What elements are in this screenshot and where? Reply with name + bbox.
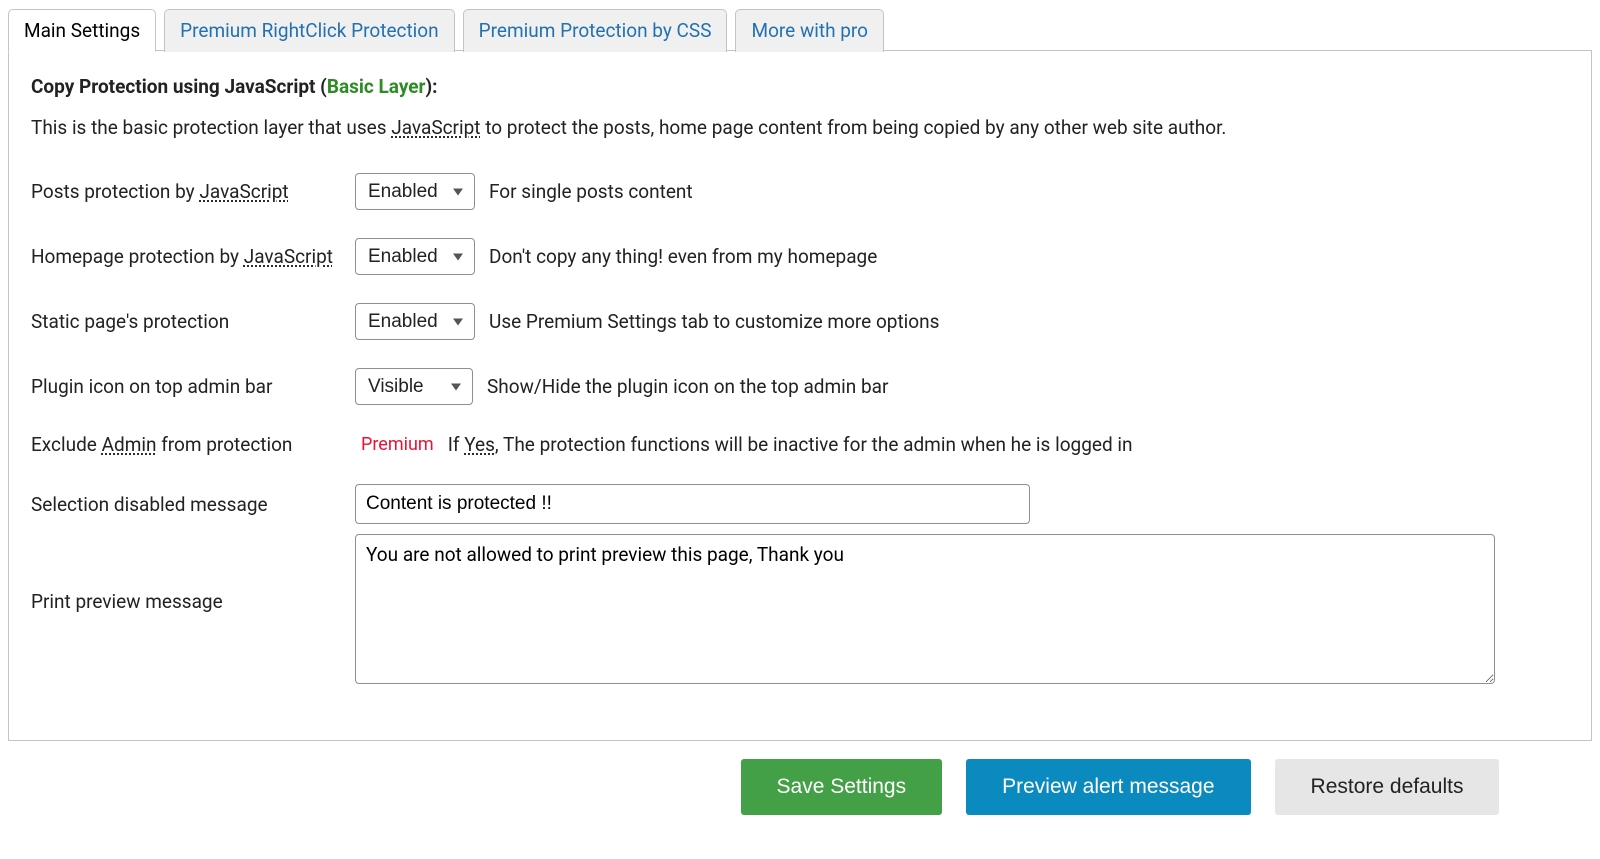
tab-premium-css[interactable]: Premium Protection by CSS (463, 9, 728, 52)
action-buttons: Save Settings Preview alert message Rest… (8, 759, 1592, 815)
row-static-protection: Static page's protection Enabled Use Pre… (31, 303, 1569, 340)
select-homepage-protection[interactable]: Enabled (355, 238, 475, 275)
select-plugin-icon[interactable]: Visible (355, 368, 473, 405)
section-desc-js: JavaScript (391, 116, 480, 139)
row-print-message: Print preview message (31, 534, 1569, 684)
tab-main-settings[interactable]: Main Settings (8, 9, 156, 52)
row-posts-protection: Posts protection by JavaScript Enabled F… (31, 173, 1569, 210)
section-desc-pre: This is the basic protection layer that … (31, 116, 391, 139)
hint-posts-protection: For single posts content (489, 180, 693, 203)
section-title-suffix: ): (426, 75, 438, 98)
tab-premium-rightclick[interactable]: Premium RightClick Protection (164, 9, 455, 52)
select-wrap-posts: Enabled (355, 173, 475, 210)
hint-plugin-icon: Show/Hide the plugin icon on the top adm… (487, 375, 888, 398)
section-desc-post: to protect the posts, home page content … (481, 116, 1227, 139)
section-description: This is the basic protection layer that … (31, 116, 1569, 139)
row-exclude-admin: Exclude Admin from protection Premium If… (31, 433, 1569, 456)
label-print-message: Print preview message (31, 534, 341, 613)
label-homepage-protection: Homepage protection by JavaScript (31, 245, 341, 268)
premium-tag: Premium (361, 434, 434, 455)
hint-homepage-protection: Don't copy any thing! even from my homep… (489, 245, 877, 268)
label-selection-message: Selection disabled message (31, 493, 341, 516)
row-homepage-protection: Homepage protection by JavaScript Enable… (31, 238, 1569, 275)
input-selection-message[interactable] (355, 484, 1030, 524)
label-posts-protection: Posts protection by JavaScript (31, 180, 341, 203)
tab-bar: Main Settings Premium RightClick Protect… (8, 8, 1592, 51)
save-settings-button[interactable]: Save Settings (741, 759, 943, 815)
settings-panel: Copy Protection using JavaScript (Basic … (8, 50, 1592, 741)
row-selection-message: Selection disabled message (31, 484, 1569, 524)
select-posts-protection[interactable]: Enabled (355, 173, 475, 210)
restore-defaults-button[interactable]: Restore defaults (1275, 759, 1500, 815)
select-static-protection[interactable]: Enabled (355, 303, 475, 340)
section-title-prefix: Copy Protection using JavaScript ( (31, 75, 327, 98)
tab-more-with-pro[interactable]: More with pro (735, 9, 884, 52)
label-plugin-icon: Plugin icon on top admin bar (31, 375, 341, 398)
preview-alert-button[interactable]: Preview alert message (966, 759, 1250, 815)
hint-static-protection: Use Premium Settings tab to customize mo… (489, 310, 939, 333)
label-static-protection: Static page's protection (31, 310, 341, 333)
textarea-print-message[interactable] (355, 534, 1495, 684)
label-exclude-admin: Exclude Admin from protection (31, 433, 341, 456)
row-plugin-icon: Plugin icon on top admin bar Visible Sho… (31, 368, 1569, 405)
hint-exclude-admin: If Yes, The protection functions will be… (448, 433, 1133, 456)
section-title: Copy Protection using JavaScript (Basic … (31, 75, 1569, 98)
section-title-highlight: Basic Layer (327, 75, 426, 98)
